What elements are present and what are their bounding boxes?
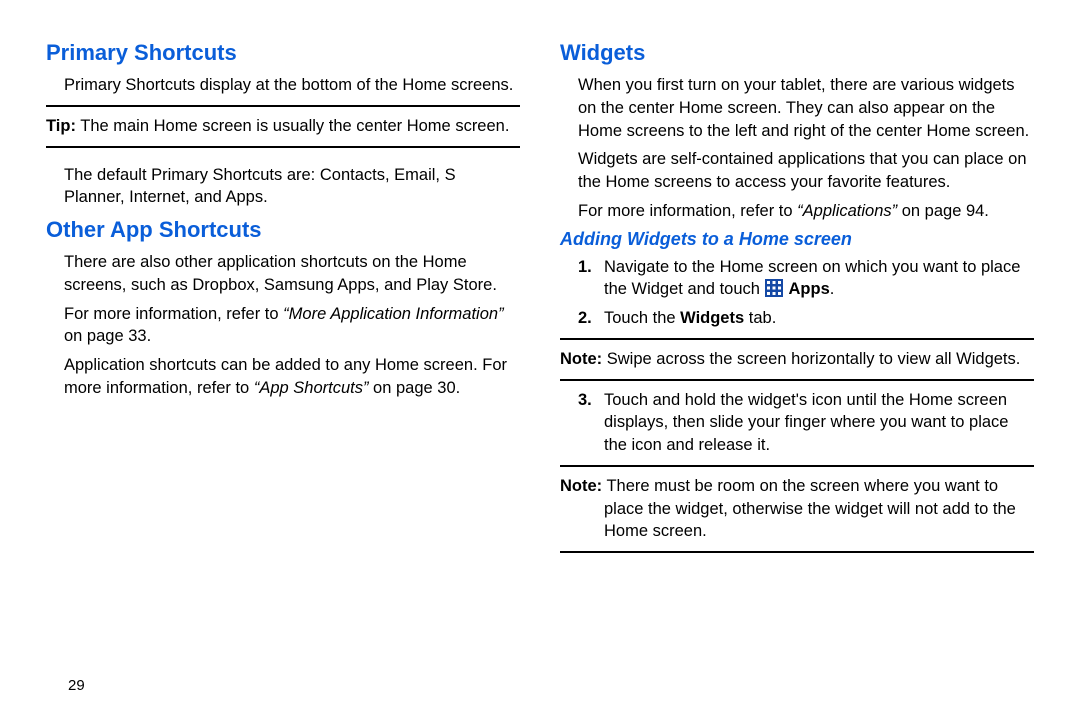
note-1-label: Note: <box>560 350 602 368</box>
widgets-p2: Widgets are self-contained applications … <box>578 148 1034 194</box>
steps-list-2: 3. Touch and hold the widget's icon unti… <box>560 389 1034 457</box>
tip-block: Tip: The main Home screen is usually the… <box>46 115 520 138</box>
heading-other-app-shortcuts: Other App Shortcuts <box>46 217 520 243</box>
ref-more-application-information: “More Application Information” <box>283 305 503 323</box>
other-p2a: For more information, refer to <box>64 305 283 323</box>
note-1-text: Swipe across the screen horizontally to … <box>602 350 1020 368</box>
heading-widgets: Widgets <box>560 40 1034 66</box>
divider <box>46 146 520 148</box>
widgets-p3a: For more information, refer to <box>578 202 797 220</box>
ref-applications: “Applications” <box>797 202 897 220</box>
other-p2b: on page 33. <box>64 327 151 345</box>
note-2-label: Note: <box>560 477 602 495</box>
note-2: Note: There must be room on the screen w… <box>560 475 1034 543</box>
step-2-number: 2. <box>578 307 592 330</box>
other-shortcuts-p1: There are also other application shortcu… <box>64 251 520 297</box>
other-shortcuts-p3: Application shortcuts can be added to an… <box>64 354 520 400</box>
step-1-number: 1. <box>578 256 592 279</box>
tip-text: The main Home screen is usually the cent… <box>76 117 509 135</box>
steps-list: 1. Navigate to the Home screen on which … <box>560 256 1034 330</box>
page-columns: Primary Shortcuts Primary Shortcuts disp… <box>46 40 1034 561</box>
widgets-p3b: on page 94. <box>897 202 989 220</box>
step-3-number: 3. <box>578 389 592 412</box>
step-3-text: Touch and hold the widget's icon until t… <box>604 391 1008 455</box>
divider <box>560 379 1034 381</box>
step-2-widgets-label: Widgets <box>680 309 744 327</box>
primary-shortcuts-p2: The default Primary Shortcuts are: Conta… <box>64 164 520 210</box>
heading-primary-shortcuts: Primary Shortcuts <box>46 40 520 66</box>
step-1-apps-label: Apps <box>785 280 830 298</box>
step-2-text-b: tab. <box>744 309 776 327</box>
divider <box>560 338 1034 340</box>
left-column: Primary Shortcuts Primary Shortcuts disp… <box>46 40 520 561</box>
divider <box>560 551 1034 553</box>
step-2-text-a: Touch the <box>604 309 680 327</box>
right-column: Widgets When you first turn on your tabl… <box>560 40 1034 561</box>
other-shortcuts-p2: For more information, refer to “More App… <box>64 303 520 349</box>
step-3: 3. Touch and hold the widget's icon unti… <box>604 389 1034 457</box>
widgets-p1: When you first turn on your tablet, ther… <box>578 74 1034 142</box>
other-p3b: on page 30. <box>368 379 460 397</box>
heading-adding-widgets: Adding Widgets to a Home screen <box>560 229 1034 250</box>
note-1: Note: Swipe across the screen horizontal… <box>560 348 1034 371</box>
divider <box>46 105 520 107</box>
step-1-text-b: . <box>830 280 835 298</box>
tip-label: Tip: <box>46 117 76 135</box>
step-2: 2. Touch the Widgets tab. <box>604 307 1034 330</box>
primary-shortcuts-p1: Primary Shortcuts display at the bottom … <box>64 74 520 97</box>
apps-grid-icon <box>765 279 783 297</box>
note-2-text: There must be room on the screen where y… <box>602 477 1016 541</box>
step-1: 1. Navigate to the Home screen on which … <box>604 256 1034 302</box>
widgets-p3: For more information, refer to “Applicat… <box>578 200 1034 223</box>
ref-app-shortcuts: “App Shortcuts” <box>254 379 369 397</box>
page-number: 29 <box>68 677 85 694</box>
divider <box>560 465 1034 467</box>
